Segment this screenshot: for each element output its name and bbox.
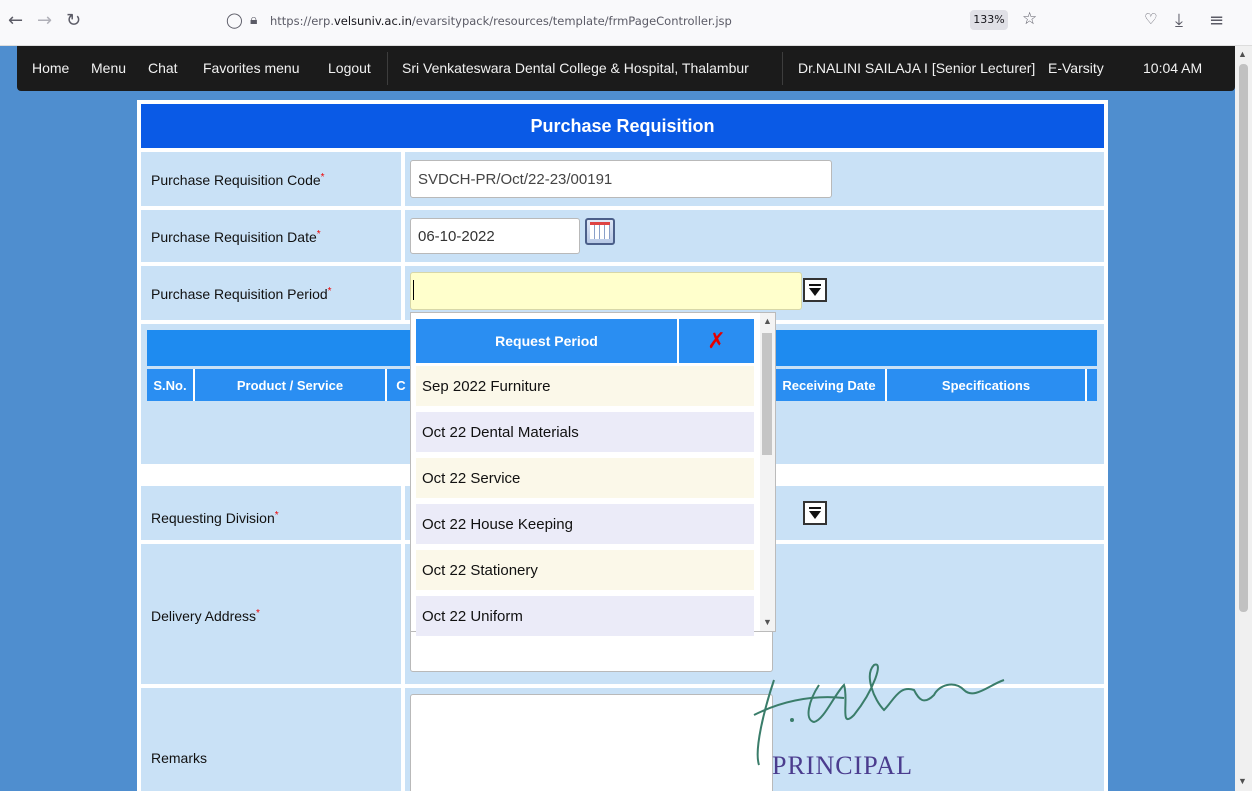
nav-college-name: Sri Venkateswara Dental College & Hospit…: [402, 60, 749, 76]
download-icon[interactable]: ⤓: [1175, 10, 1183, 31]
request-period-list: Sep 2022 Furniture Oct 22 Dental Materia…: [416, 366, 754, 642]
date-label-cell: Purchase Requisition Date*: [141, 210, 401, 262]
period-select[interactable]: [410, 272, 802, 310]
reload-icon[interactable]: ↻: [66, 10, 81, 31]
popup-scrollbar-thumb[interactable]: [762, 333, 772, 455]
division-dropdown-arrow-icon[interactable]: [803, 501, 827, 525]
url-text[interactable]: https://erp.velsuniv.ac.in/evarsitypack/…: [270, 14, 732, 28]
list-item[interactable]: Oct 22 Service: [416, 458, 754, 498]
code-label-cell: Purchase Requisition Code*: [141, 152, 401, 206]
address-label: Delivery Address*: [151, 608, 260, 624]
form-title: Purchase Requisition: [141, 104, 1104, 148]
division-label-cell: Requesting Division*: [141, 486, 401, 540]
nav-chat[interactable]: Chat: [148, 60, 178, 76]
col-specifications: Specifications: [887, 369, 1087, 401]
col-sno: S.No.: [147, 369, 195, 401]
date-value-cell: 06-10-2022: [405, 210, 1104, 262]
back-arrow-icon[interactable]: ←: [8, 10, 23, 31]
lock-icon[interactable]: 🔒︎: [250, 11, 257, 28]
scroll-down-icon[interactable]: ▼: [1238, 776, 1247, 786]
nav-logout[interactable]: Logout: [328, 60, 371, 76]
page-scrollbar[interactable]: ▲ ▼: [1235, 46, 1252, 791]
date-field[interactable]: 06-10-2022: [410, 218, 580, 254]
nav-product-name: E-Varsity: [1048, 60, 1104, 76]
remarks-label: Remarks: [151, 750, 208, 766]
code-value-cell: SVDCH-PR/Oct/22-23/00191: [405, 152, 1104, 206]
col-receiving-date: Receiving Date: [773, 369, 887, 401]
period-label-cell: Purchase Requisition Period*: [141, 266, 401, 320]
calendar-icon[interactable]: [585, 218, 615, 245]
nav-menu[interactable]: Menu: [91, 60, 126, 76]
division-label: Requesting Division*: [151, 510, 279, 526]
pocket-icon[interactable]: ♡: [1144, 10, 1157, 28]
nav-divider: [387, 52, 388, 85]
scrollbar-thumb[interactable]: [1239, 64, 1248, 612]
period-dropdown-arrow-icon[interactable]: [803, 278, 827, 302]
nav-home[interactable]: Home: [32, 60, 69, 76]
col-product: Product / Service: [195, 369, 387, 401]
scroll-up-icon[interactable]: ▲: [763, 316, 772, 326]
popup-scrollbar[interactable]: ▲ ▼: [760, 313, 775, 631]
list-item[interactable]: Sep 2022 Furniture: [416, 366, 754, 406]
text-cursor: [413, 280, 414, 300]
forward-arrow-icon[interactable]: →: [37, 10, 52, 31]
remarks-label-cell: Remarks: [141, 688, 401, 791]
zoom-level-badge[interactable]: 133%: [970, 10, 1008, 30]
nav-favorites-menu[interactable]: Favorites menu: [203, 60, 299, 76]
scroll-down-icon[interactable]: ▼: [763, 617, 772, 627]
address-label-cell: Delivery Address*: [141, 544, 401, 684]
scroll-up-icon[interactable]: ▲: [1238, 49, 1247, 59]
principal-stamp-text: PRINCIPAL: [772, 751, 913, 780]
nav-divider: [782, 52, 783, 85]
close-icon[interactable]: ✗: [679, 319, 754, 363]
shield-icon[interactable]: ◯: [226, 11, 243, 29]
nav-clock: 10:04 AM: [1143, 60, 1203, 76]
list-item[interactable]: Oct 22 Stationery: [416, 550, 754, 590]
hamburger-menu-icon[interactable]: ≡: [1209, 10, 1224, 31]
code-label: Purchase Requisition Code*: [151, 172, 325, 188]
popup-header: Request Period: [416, 319, 677, 363]
bookmark-star-icon[interactable]: ☆: [1022, 9, 1037, 29]
list-item[interactable]: Oct 22 Uniform: [416, 596, 754, 636]
period-label: Purchase Requisition Period*: [151, 286, 332, 302]
remarks-textarea[interactable]: [410, 694, 773, 791]
list-item[interactable]: Oct 22 Dental Materials: [416, 412, 754, 452]
browser-toolbar: ← → ↻ ◯ 🔒︎ https://erp.velsuniv.ac.in/ev…: [0, 0, 1252, 46]
list-item[interactable]: Oct 22 House Keeping: [416, 504, 754, 544]
url-bar[interactable]: ◯ 🔒︎ https://erp.velsuniv.ac.in/evarsity…: [190, 2, 1040, 40]
app-top-nav: Home Menu Chat Favorites menu Logout Sri…: [17, 46, 1235, 91]
request-period-popup: Request Period ✗ Sep 2022 Furniture Oct …: [410, 312, 776, 636]
code-field[interactable]: SVDCH-PR/Oct/22-23/00191: [410, 160, 832, 198]
nav-user-name: Dr.NALINI SAILAJA I [Senior Lecturer]: [798, 60, 1036, 76]
date-label: Purchase Requisition Date*: [151, 229, 321, 245]
